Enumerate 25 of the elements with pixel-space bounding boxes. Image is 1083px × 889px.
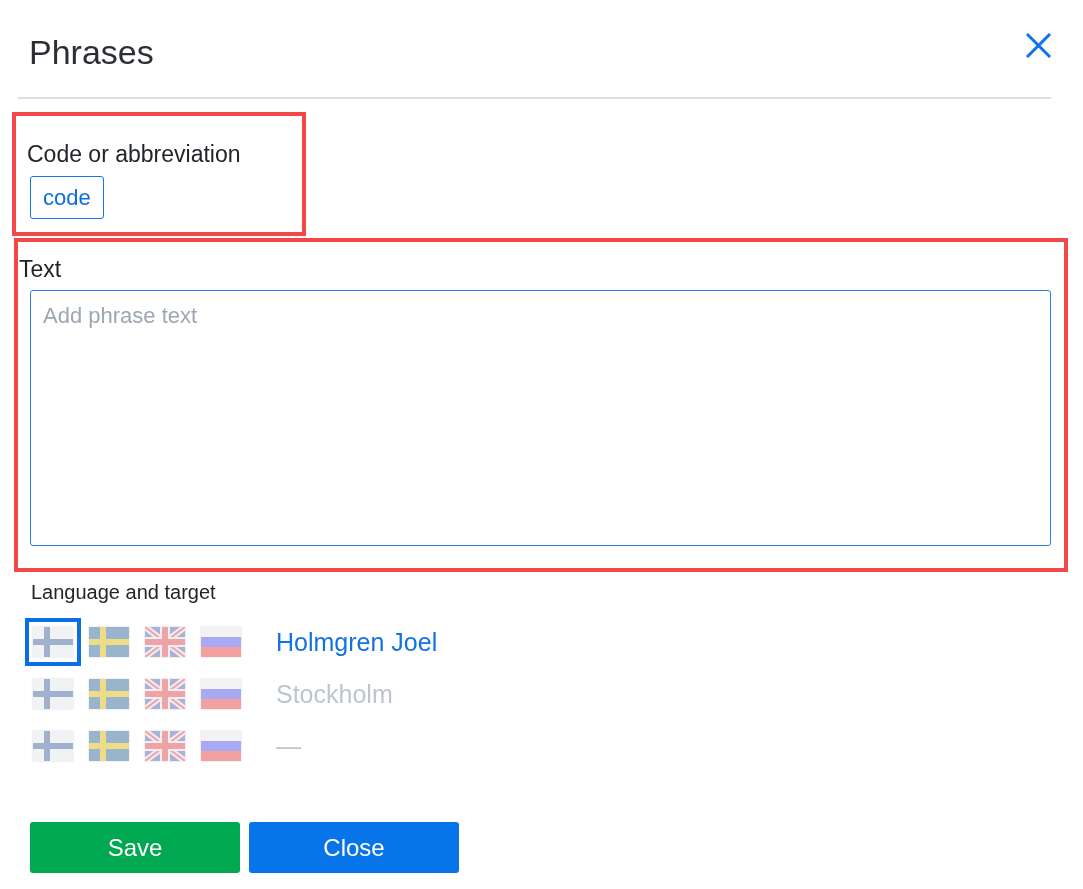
target-name[interactable]: Holmgren Joel [276, 627, 438, 657]
russia-flag-icon [201, 731, 241, 761]
save-button[interactable]: Save [30, 822, 240, 873]
uk-flag-icon [145, 731, 185, 761]
section-label: Language and target [31, 580, 216, 604]
text-area-field[interactable]: Add phrase text [30, 290, 1051, 546]
uk-flag-icon [145, 627, 185, 657]
finland-flag-icon [33, 627, 73, 657]
field-label: Code or abbreviation [27, 141, 241, 167]
uk-flag-icon [145, 679, 185, 709]
finland-flag-icon [33, 731, 73, 761]
sweden-flag-icon [89, 679, 129, 709]
dialog-title: Phrases [29, 32, 154, 72]
close-button[interactable]: Close [249, 822, 459, 873]
field-label: Text [19, 256, 62, 282]
russia-flag-icon [201, 679, 241, 709]
target-name: — [276, 731, 301, 761]
close-icon[interactable] [1026, 33, 1051, 58]
code-field[interactable]: code [30, 176, 104, 219]
target-name: Stockholm [276, 679, 393, 709]
sweden-flag-icon [89, 627, 129, 657]
sweden-flag-icon [89, 731, 129, 761]
russia-flag-icon [201, 627, 241, 657]
language-flag-button[interactable] [25, 618, 81, 666]
finland-flag-icon [33, 679, 73, 709]
